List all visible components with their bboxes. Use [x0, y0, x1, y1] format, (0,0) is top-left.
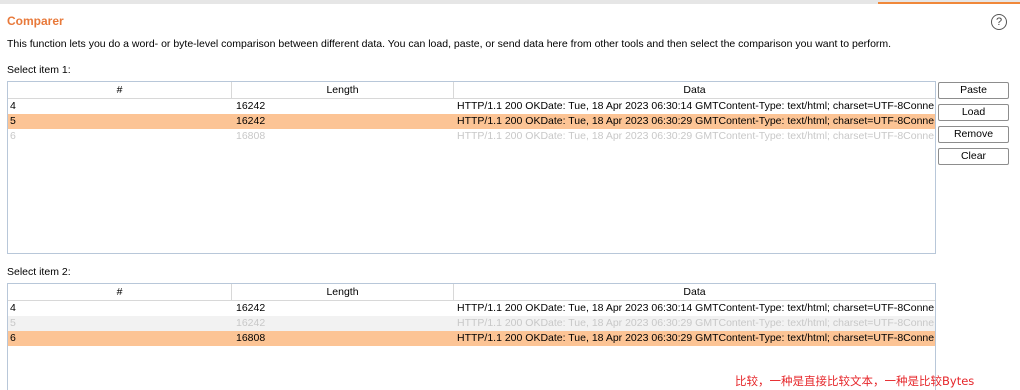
- top-border: [0, 0, 1020, 4]
- help-icon[interactable]: ?: [991, 14, 1007, 30]
- column-header-data[interactable]: Data: [454, 284, 935, 301]
- table-row[interactable]: 5 16242 HTTP/1.1 200 OKDate: Tue, 18 Apr…: [8, 316, 935, 331]
- column-header-number[interactable]: #: [8, 82, 232, 99]
- load-button[interactable]: Load: [938, 104, 1009, 121]
- active-tab-indicator: [878, 2, 1020, 4]
- paste-button[interactable]: Paste: [938, 82, 1009, 99]
- description-text: This function lets you do a word- or byt…: [7, 38, 892, 50]
- item1-table-header: # Length Data: [8, 82, 935, 99]
- item1-actions: Paste Load Remove Clear: [938, 82, 1009, 170]
- column-header-number[interactable]: #: [8, 284, 232, 301]
- row-length: 16242: [236, 100, 266, 112]
- row-length: 16808: [236, 332, 266, 344]
- row-number: 6: [10, 332, 16, 344]
- annotation-note: 比较，一种是直接比较文本，一种是比较Bytes: [735, 374, 975, 388]
- row-data: HTTP/1.1 200 OKDate: Tue, 18 Apr 2023 06…: [457, 332, 935, 344]
- clear-button[interactable]: Clear: [938, 148, 1009, 165]
- item2-table-header: # Length Data: [8, 284, 935, 301]
- table-row[interactable]: 4 16242 HTTP/1.1 200 OKDate: Tue, 18 Apr…: [8, 99, 935, 114]
- row-data: HTTP/1.1 200 OKDate: Tue, 18 Apr 2023 06…: [457, 100, 935, 112]
- row-data: HTTP/1.1 200 OKDate: Tue, 18 Apr 2023 06…: [457, 317, 935, 329]
- row-number: 5: [10, 115, 16, 127]
- row-length: 16242: [236, 115, 266, 127]
- table-row[interactable]: 6 16808 HTTP/1.1 200 OKDate: Tue, 18 Apr…: [8, 331, 935, 346]
- table-row[interactable]: 6 16808 HTTP/1.1 200 OKDate: Tue, 18 Apr…: [8, 129, 935, 144]
- select-item-1-label: Select item 1:: [7, 64, 71, 76]
- column-header-length[interactable]: Length: [232, 82, 454, 99]
- item1-table[interactable]: # Length Data 4 16242 HTTP/1.1 200 OKDat…: [7, 81, 936, 254]
- row-length: 16242: [236, 317, 266, 329]
- row-data: HTTP/1.1 200 OKDate: Tue, 18 Apr 2023 06…: [457, 130, 935, 142]
- row-number: 4: [10, 302, 16, 314]
- row-length: 16808: [236, 130, 266, 142]
- select-item-2-label: Select item 2:: [7, 266, 71, 278]
- row-data: HTTP/1.1 200 OKDate: Tue, 18 Apr 2023 06…: [457, 115, 935, 127]
- page-title: Comparer: [7, 14, 64, 28]
- column-header-data[interactable]: Data: [454, 82, 935, 99]
- row-number: 5: [10, 317, 16, 329]
- table-row[interactable]: 5 16242 HTTP/1.1 200 OKDate: Tue, 18 Apr…: [8, 114, 935, 129]
- row-number: 4: [10, 100, 16, 112]
- row-length: 16242: [236, 302, 266, 314]
- row-number: 6: [10, 130, 16, 142]
- remove-button[interactable]: Remove: [938, 126, 1009, 143]
- table-row[interactable]: 4 16242 HTTP/1.1 200 OKDate: Tue, 18 Apr…: [8, 301, 935, 316]
- row-data: HTTP/1.1 200 OKDate: Tue, 18 Apr 2023 06…: [457, 302, 935, 314]
- column-header-length[interactable]: Length: [232, 284, 454, 301]
